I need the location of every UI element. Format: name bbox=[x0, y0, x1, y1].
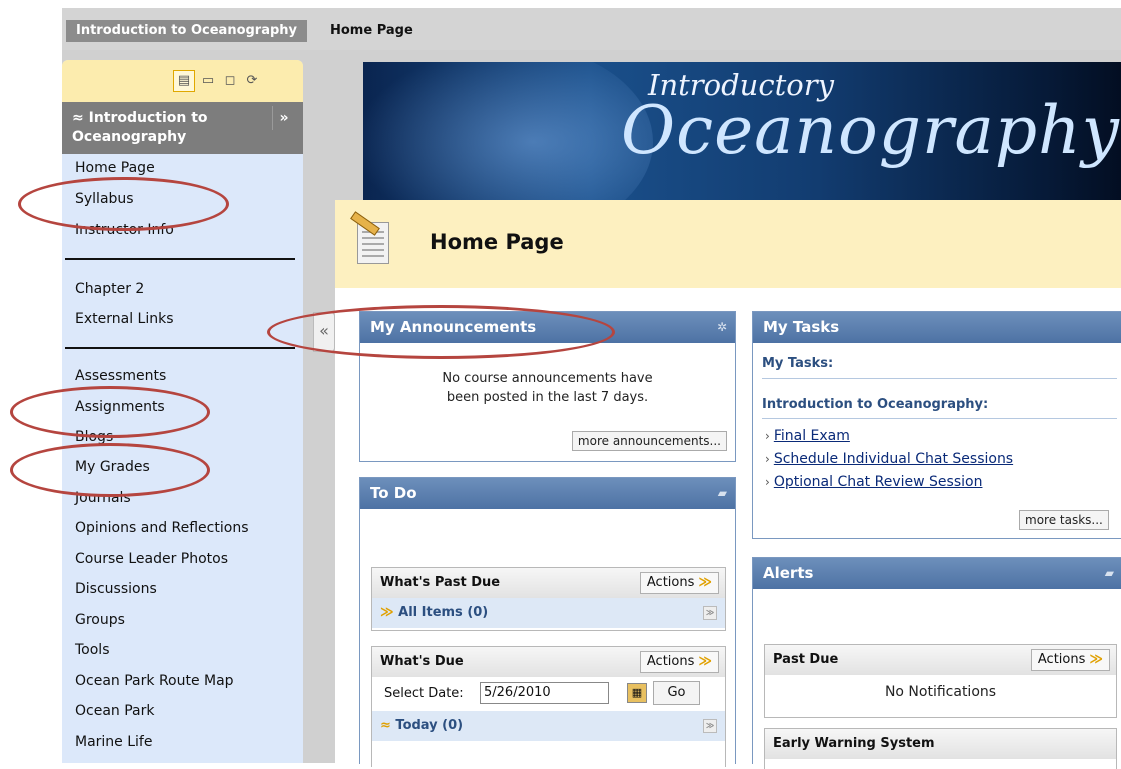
task-link-review-session[interactable]: Optional Chat Review Session bbox=[774, 474, 983, 490]
tasks-module: My Tasks My Tasks: Introduction to Ocean… bbox=[752, 311, 1121, 539]
folder-view-icon[interactable]: ▭ bbox=[197, 70, 219, 92]
menu-item-course-leader-photos[interactable]: Course Leader Photos bbox=[75, 551, 228, 567]
past-due-box: What's Past Due Actions ≫ ≫ All Items (0)… bbox=[371, 567, 726, 631]
menu-item-home-page[interactable]: Home Page bbox=[75, 160, 155, 176]
todo-title: To Do bbox=[370, 484, 417, 502]
menu-divider bbox=[65, 258, 295, 260]
whats-due-box: What's Due Actions ≫ Select Date: 5/26/20… bbox=[371, 646, 726, 767]
actions-label: Actions bbox=[646, 654, 695, 669]
menu-toolbar: ▤ ▭ ◻ ⟳ bbox=[62, 60, 303, 102]
all-items-row[interactable]: ≫ All Items (0) ≫ bbox=[372, 598, 725, 628]
expand-icon: ≫ bbox=[380, 605, 399, 620]
menu-title-text: Introduction to Oceanography bbox=[72, 110, 208, 145]
today-row[interactable]: ≈ Today (0) ≫ bbox=[372, 711, 725, 741]
page-title: Home Page bbox=[430, 230, 564, 254]
collapse-toggle-icon[interactable]: ≫ bbox=[703, 606, 717, 620]
arrow-icon: › bbox=[765, 475, 770, 489]
more-announcements-button[interactable]: more announcements... bbox=[571, 431, 727, 451]
page-notes-icon bbox=[357, 222, 389, 264]
arrow-icon: › bbox=[765, 452, 770, 466]
alerts-past-due-header: Past Due Actions ≫ bbox=[765, 645, 1116, 675]
todo-header: To Do ▰ bbox=[360, 478, 735, 509]
task-link-final-exam[interactable]: Final Exam bbox=[774, 428, 850, 444]
alerts-actions-button[interactable]: Actions ≫ bbox=[1030, 649, 1110, 671]
breadcrumb-course[interactable]: Introduction to Oceanography bbox=[66, 20, 308, 42]
alerts-past-due-box: Past Due Actions ≫ No Notifications bbox=[764, 644, 1117, 718]
task-item: › Optional Chat Review Session bbox=[765, 474, 982, 490]
whats-due-header: What's Due Actions ≫ bbox=[372, 647, 725, 677]
menu-item-chapter-2[interactable]: Chapter 2 bbox=[75, 281, 144, 297]
actions-label: Actions bbox=[1037, 652, 1086, 667]
chevron-down-icon: ≫ bbox=[698, 575, 712, 590]
menu-item-marine-life[interactable]: Marine Life bbox=[75, 734, 152, 750]
banner-diver-image bbox=[363, 62, 653, 200]
menu-divider bbox=[65, 347, 295, 349]
menu-item-opinions-and-reflections[interactable]: Opinions and Reflections bbox=[75, 520, 248, 536]
tasks-subhead: My Tasks: bbox=[762, 350, 1117, 379]
alerts-header: Alerts ▰ bbox=[753, 558, 1121, 589]
actions-label: Actions bbox=[646, 575, 695, 590]
chevron-down-icon: ≫ bbox=[698, 654, 712, 669]
early-warning-header: Early Warning System bbox=[765, 729, 1116, 759]
menu-item-tools[interactable]: Tools bbox=[75, 642, 110, 658]
new-window-icon[interactable]: ◻ bbox=[219, 70, 241, 92]
go-button[interactable]: Go bbox=[653, 681, 700, 705]
chevron-down-icon: ≫ bbox=[1089, 652, 1103, 667]
announcements-text1: No course announcements have bbox=[442, 371, 653, 386]
menu-course-title[interactable]: ≈ Introduction to Oceanography bbox=[72, 109, 272, 147]
calendar-icon[interactable]: ▦ bbox=[627, 683, 647, 703]
menu-item-groups[interactable]: Groups bbox=[75, 612, 125, 628]
tasks-course-heading: Introduction to Oceanography: bbox=[762, 392, 1117, 419]
today-label: Today (0) bbox=[395, 718, 464, 733]
alerts-module: Alerts ▰ Past Due Actions ≫ No Notificati… bbox=[752, 557, 1121, 769]
menu-item-assessments[interactable]: Assessments bbox=[75, 368, 166, 384]
annotation-ellipse-announcements bbox=[267, 305, 615, 359]
todo-module: To Do ▰ What's Past Due Actions ≫ ≫ All I… bbox=[359, 477, 736, 767]
no-notifications-text: No Notifications bbox=[884, 684, 997, 700]
past-due-header: What's Past Due Actions ≫ bbox=[372, 568, 725, 598]
breadcrumb: Introduction to Oceanography Home Page bbox=[62, 8, 1121, 50]
whats-due-actions-button[interactable]: Actions ≫ bbox=[639, 651, 719, 673]
task-link-chat-sessions[interactable]: Schedule Individual Chat Sessions bbox=[774, 451, 1013, 467]
all-items-label: All Items (0) bbox=[398, 605, 489, 620]
task-item: › Final Exam bbox=[765, 428, 850, 444]
collapse-icon: ≈ bbox=[380, 718, 396, 733]
select-date-label: Select Date: bbox=[384, 686, 464, 701]
menu-item-discussions[interactable]: Discussions bbox=[75, 581, 157, 597]
more-tasks-button[interactable]: more tasks... bbox=[1019, 510, 1109, 530]
menu-header: ≈ Introduction to Oceanography » bbox=[62, 102, 303, 154]
list-view-icon[interactable]: ▤ bbox=[173, 70, 195, 92]
date-input[interactable]: 5/26/2010 bbox=[480, 682, 609, 704]
menu-collapse-button[interactable]: » bbox=[272, 106, 295, 130]
left-gutter bbox=[0, 0, 62, 763]
alerts-past-due-title: Past Due bbox=[773, 652, 839, 667]
announcements-text2: been posted in the last 7 days. bbox=[446, 390, 649, 405]
refresh-icon[interactable]: ⟳ bbox=[241, 70, 263, 92]
menu-item-ocean-park-route-map[interactable]: Ocean Park Route Map bbox=[75, 673, 234, 689]
annotation-ellipse-assignments bbox=[10, 386, 210, 438]
tasks-header: My Tasks bbox=[753, 312, 1121, 343]
whats-due-title: What's Due bbox=[380, 654, 464, 669]
menu-expand-icon: ≈ bbox=[72, 110, 89, 126]
alerts-title: Alerts bbox=[763, 564, 814, 582]
collapse-toggle-icon[interactable]: ≫ bbox=[703, 719, 717, 733]
page-header: Home Page bbox=[335, 200, 1121, 288]
breadcrumb-page: Home Page bbox=[330, 23, 413, 38]
menu-item-external-links[interactable]: External Links bbox=[75, 311, 174, 327]
course-banner: Introductory Oceanography bbox=[363, 62, 1121, 200]
expand-window-icon[interactable]: ▰ bbox=[1105, 558, 1114, 589]
menu-item-ocean-park[interactable]: Ocean Park bbox=[75, 703, 155, 719]
arrow-icon: › bbox=[765, 429, 770, 443]
banner-line2: Oceanography bbox=[621, 92, 1120, 169]
past-due-title: What's Past Due bbox=[380, 575, 501, 590]
tasks-title: My Tasks bbox=[763, 318, 840, 336]
annotation-ellipse-syllabus bbox=[18, 177, 229, 231]
past-due-actions-button[interactable]: Actions ≫ bbox=[639, 572, 719, 594]
expand-window-icon[interactable]: ▰ bbox=[718, 478, 727, 509]
task-item: › Schedule Individual Chat Sessions bbox=[765, 451, 1013, 467]
gear-icon[interactable]: ✲ bbox=[717, 312, 727, 343]
select-date-row: Select Date: 5/26/2010 ▦ Go bbox=[372, 677, 725, 711]
annotation-ellipse-my-grades bbox=[10, 443, 210, 497]
